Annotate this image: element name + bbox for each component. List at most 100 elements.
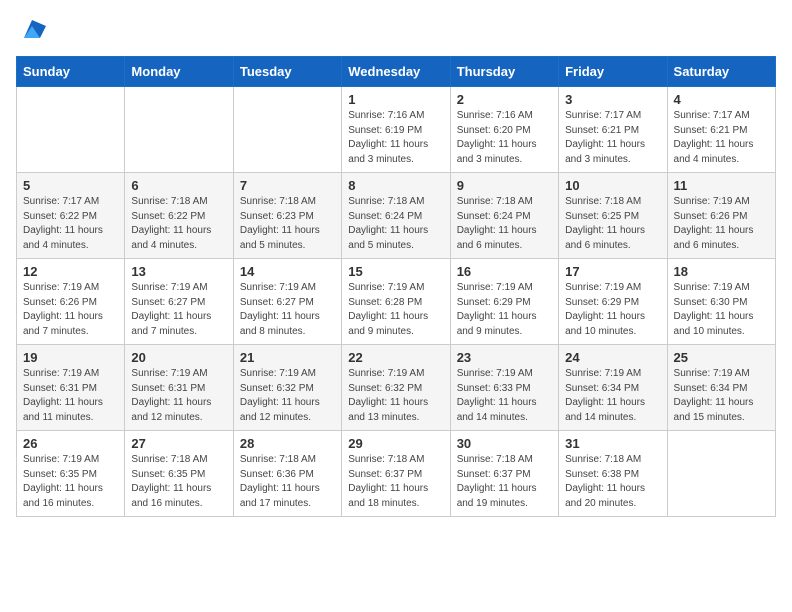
calendar-cell bbox=[667, 431, 775, 517]
calendar-day-header: Tuesday bbox=[233, 57, 341, 87]
calendar-cell: 13 Sunrise: 7:19 AM Sunset: 6:27 PM Dayli… bbox=[125, 259, 233, 345]
calendar-cell: 4 Sunrise: 7:17 AM Sunset: 6:21 PM Daylig… bbox=[667, 87, 775, 173]
day-number: 20 bbox=[131, 350, 226, 365]
day-number: 11 bbox=[674, 178, 769, 193]
day-info: Sunrise: 7:17 AM Sunset: 6:21 PM Dayligh… bbox=[674, 109, 769, 167]
day-info: Sunrise: 7:19 AM Sunset: 6:30 PM Dayligh… bbox=[674, 281, 769, 339]
day-number: 21 bbox=[240, 350, 335, 365]
day-number: 2 bbox=[457, 92, 552, 107]
day-number: 30 bbox=[457, 436, 552, 451]
day-info: Sunrise: 7:18 AM Sunset: 6:22 PM Dayligh… bbox=[131, 195, 226, 253]
day-info: Sunrise: 7:17 AM Sunset: 6:21 PM Dayligh… bbox=[565, 109, 660, 167]
day-info: Sunrise: 7:17 AM Sunset: 6:22 PM Dayligh… bbox=[23, 195, 118, 253]
calendar-cell: 17 Sunrise: 7:19 AM Sunset: 6:29 PM Dayli… bbox=[559, 259, 667, 345]
day-number: 13 bbox=[131, 264, 226, 279]
day-info: Sunrise: 7:19 AM Sunset: 6:32 PM Dayligh… bbox=[240, 367, 335, 425]
calendar-day-header: Sunday bbox=[17, 57, 125, 87]
day-number: 17 bbox=[565, 264, 660, 279]
day-number: 3 bbox=[565, 92, 660, 107]
calendar-cell: 7 Sunrise: 7:18 AM Sunset: 6:23 PM Daylig… bbox=[233, 173, 341, 259]
day-info: Sunrise: 7:19 AM Sunset: 6:34 PM Dayligh… bbox=[674, 367, 769, 425]
day-number: 7 bbox=[240, 178, 335, 193]
day-number: 29 bbox=[348, 436, 443, 451]
day-info: Sunrise: 7:18 AM Sunset: 6:24 PM Dayligh… bbox=[457, 195, 552, 253]
calendar-cell: 10Sunrise: 7:18 AM Sunset: 6:25 PM Dayli… bbox=[559, 173, 667, 259]
day-number: 1 bbox=[348, 92, 443, 107]
calendar-cell: 15 Sunrise: 7:19 AM Sunset: 6:28 PM Dayli… bbox=[342, 259, 450, 345]
day-info: Sunrise: 7:19 AM Sunset: 6:35 PM Dayligh… bbox=[23, 453, 118, 511]
calendar-cell: 29 Sunrise: 7:18 AM Sunset: 6:37 PM Dayli… bbox=[342, 431, 450, 517]
calendar-cell: 18 Sunrise: 7:19 AM Sunset: 6:30 PM Dayli… bbox=[667, 259, 775, 345]
day-info: Sunrise: 7:19 AM Sunset: 6:29 PM Dayligh… bbox=[565, 281, 660, 339]
day-number: 26 bbox=[23, 436, 118, 451]
day-number: 6 bbox=[131, 178, 226, 193]
day-number: 8 bbox=[348, 178, 443, 193]
day-number: 27 bbox=[131, 436, 226, 451]
day-info: Sunrise: 7:19 AM Sunset: 6:27 PM Dayligh… bbox=[131, 281, 226, 339]
day-info: Sunrise: 7:18 AM Sunset: 6:23 PM Dayligh… bbox=[240, 195, 335, 253]
day-info: Sunrise: 7:18 AM Sunset: 6:38 PM Dayligh… bbox=[565, 453, 660, 511]
day-info: Sunrise: 7:19 AM Sunset: 6:31 PM Dayligh… bbox=[23, 367, 118, 425]
day-number: 18 bbox=[674, 264, 769, 279]
day-number: 31 bbox=[565, 436, 660, 451]
day-number: 25 bbox=[674, 350, 769, 365]
calendar-week-row: 26 Sunrise: 7:19 AM Sunset: 6:35 PM Dayli… bbox=[17, 431, 776, 517]
calendar-cell: 26 Sunrise: 7:19 AM Sunset: 6:35 PM Dayli… bbox=[17, 431, 125, 517]
calendar-cell: 16Sunrise: 7:19 AM Sunset: 6:29 PM Dayli… bbox=[450, 259, 558, 345]
day-info: Sunrise: 7:19 AM Sunset: 6:28 PM Dayligh… bbox=[348, 281, 443, 339]
calendar-day-header: Wednesday bbox=[342, 57, 450, 87]
day-info: Sunrise: 7:19 AM Sunset: 6:33 PM Dayligh… bbox=[457, 367, 552, 425]
day-number: 24 bbox=[565, 350, 660, 365]
calendar-day-header: Saturday bbox=[667, 57, 775, 87]
calendar-cell: 11Sunrise: 7:19 AM Sunset: 6:26 PM Dayli… bbox=[667, 173, 775, 259]
calendar-table: SundayMondayTuesdayWednesdayThursdayFrid… bbox=[16, 56, 776, 517]
calendar-cell: 14 Sunrise: 7:19 AM Sunset: 6:27 PM Dayli… bbox=[233, 259, 341, 345]
calendar-cell: 24 Sunrise: 7:19 AM Sunset: 6:34 PM Dayli… bbox=[559, 345, 667, 431]
day-number: 12 bbox=[23, 264, 118, 279]
calendar-week-row: 12Sunrise: 7:19 AM Sunset: 6:26 PM Dayli… bbox=[17, 259, 776, 345]
day-number: 22 bbox=[348, 350, 443, 365]
calendar-cell: 31 Sunrise: 7:18 AM Sunset: 6:38 PM Dayli… bbox=[559, 431, 667, 517]
calendar-day-header: Monday bbox=[125, 57, 233, 87]
calendar-cell: 25 Sunrise: 7:19 AM Sunset: 6:34 PM Dayli… bbox=[667, 345, 775, 431]
day-number: 9 bbox=[457, 178, 552, 193]
day-info: Sunrise: 7:18 AM Sunset: 6:36 PM Dayligh… bbox=[240, 453, 335, 511]
calendar-cell: 27Sunrise: 7:18 AM Sunset: 6:35 PM Dayli… bbox=[125, 431, 233, 517]
calendar-cell: 19Sunrise: 7:19 AM Sunset: 6:31 PM Dayli… bbox=[17, 345, 125, 431]
calendar-week-row: 19Sunrise: 7:19 AM Sunset: 6:31 PM Dayli… bbox=[17, 345, 776, 431]
calendar-cell: 28 Sunrise: 7:18 AM Sunset: 6:36 PM Dayli… bbox=[233, 431, 341, 517]
day-info: Sunrise: 7:16 AM Sunset: 6:19 PM Dayligh… bbox=[348, 109, 443, 167]
logo bbox=[16, 16, 46, 44]
day-number: 23 bbox=[457, 350, 552, 365]
calendar-day-header: Friday bbox=[559, 57, 667, 87]
calendar-cell: 2 Sunrise: 7:16 AM Sunset: 6:20 PM Daylig… bbox=[450, 87, 558, 173]
calendar-cell: 6 Sunrise: 7:18 AM Sunset: 6:22 PM Daylig… bbox=[125, 173, 233, 259]
calendar-cell: 23 Sunrise: 7:19 AM Sunset: 6:33 PM Dayli… bbox=[450, 345, 558, 431]
calendar-cell: 3 Sunrise: 7:17 AM Sunset: 6:21 PM Daylig… bbox=[559, 87, 667, 173]
day-number: 14 bbox=[240, 264, 335, 279]
logo-icon bbox=[18, 16, 46, 44]
calendar-cell bbox=[233, 87, 341, 173]
calendar-cell: 30Sunrise: 7:18 AM Sunset: 6:37 PM Dayli… bbox=[450, 431, 558, 517]
day-info: Sunrise: 7:18 AM Sunset: 6:37 PM Dayligh… bbox=[348, 453, 443, 511]
day-number: 4 bbox=[674, 92, 769, 107]
day-info: Sunrise: 7:19 AM Sunset: 6:34 PM Dayligh… bbox=[565, 367, 660, 425]
calendar-cell: 9 Sunrise: 7:18 AM Sunset: 6:24 PM Daylig… bbox=[450, 173, 558, 259]
day-number: 28 bbox=[240, 436, 335, 451]
calendar-cell: 22 Sunrise: 7:19 AM Sunset: 6:32 PM Dayli… bbox=[342, 345, 450, 431]
day-info: Sunrise: 7:16 AM Sunset: 6:20 PM Dayligh… bbox=[457, 109, 552, 167]
day-info: Sunrise: 7:19 AM Sunset: 6:27 PM Dayligh… bbox=[240, 281, 335, 339]
page-header bbox=[16, 16, 776, 44]
calendar-cell: 8 Sunrise: 7:18 AM Sunset: 6:24 PM Daylig… bbox=[342, 173, 450, 259]
day-info: Sunrise: 7:19 AM Sunset: 6:32 PM Dayligh… bbox=[348, 367, 443, 425]
day-info: Sunrise: 7:18 AM Sunset: 6:25 PM Dayligh… bbox=[565, 195, 660, 253]
day-number: 5 bbox=[23, 178, 118, 193]
day-number: 15 bbox=[348, 264, 443, 279]
calendar-day-header: Thursday bbox=[450, 57, 558, 87]
calendar-cell bbox=[125, 87, 233, 173]
calendar-header-row: SundayMondayTuesdayWednesdayThursdayFrid… bbox=[17, 57, 776, 87]
calendar-week-row: 5 Sunrise: 7:17 AM Sunset: 6:22 PM Daylig… bbox=[17, 173, 776, 259]
day-info: Sunrise: 7:18 AM Sunset: 6:24 PM Dayligh… bbox=[348, 195, 443, 253]
calendar-cell: 1 Sunrise: 7:16 AM Sunset: 6:19 PM Daylig… bbox=[342, 87, 450, 173]
calendar-cell: 20Sunrise: 7:19 AM Sunset: 6:31 PM Dayli… bbox=[125, 345, 233, 431]
